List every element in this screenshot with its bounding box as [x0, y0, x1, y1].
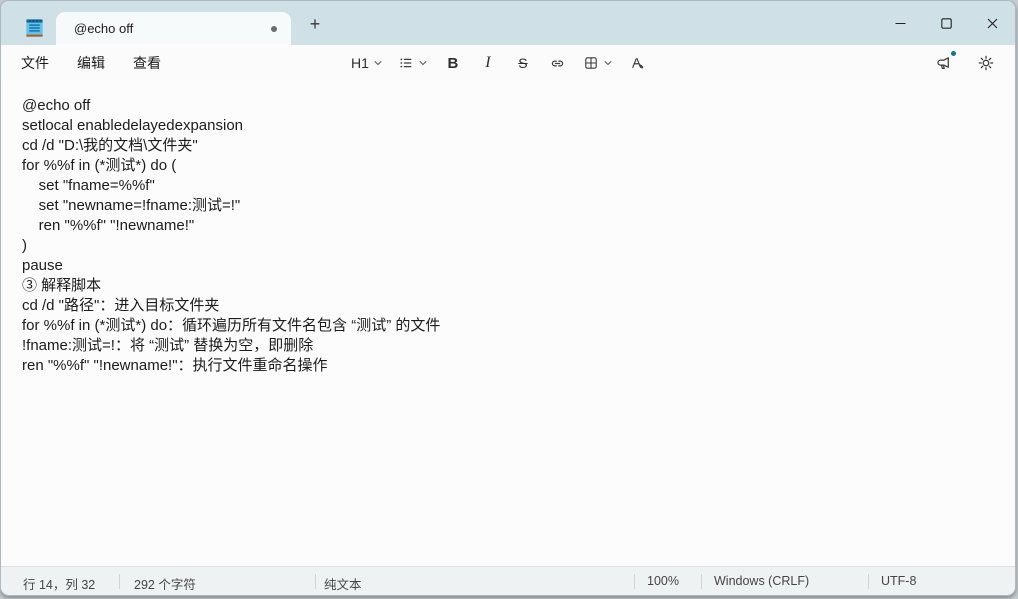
status-divider	[315, 574, 316, 589]
editor-line: for %%f in (*测试*) do：循环遍历所有文件名包含 “测试” 的文…	[22, 317, 441, 334]
command-bar: 文件 编辑 查看 H1 B I S	[1, 45, 1015, 81]
new-tab-button[interactable]: +	[298, 9, 332, 39]
minimize-icon	[895, 18, 906, 29]
editor-line: cd /d "路径"：进入目标文件夹	[22, 297, 220, 314]
close-button[interactable]	[969, 1, 1015, 45]
list-button[interactable]	[394, 49, 432, 77]
close-icon	[987, 18, 998, 29]
editor-line: pause	[22, 257, 63, 274]
chevron-down-icon	[603, 58, 613, 68]
menu-edit[interactable]: 编辑	[67, 48, 115, 78]
encoding[interactable]: UTF-8	[881, 574, 916, 588]
tab-title: @echo off	[74, 21, 134, 36]
strikethrough-label: S	[518, 55, 528, 71]
window-controls	[877, 1, 1015, 45]
editor-line: set "fname=%%f"	[22, 177, 155, 194]
unsaved-dot-icon	[271, 25, 277, 32]
settings-button[interactable]	[971, 48, 1001, 78]
chevron-down-icon	[373, 58, 383, 68]
editor-line: for %%f in (*测试*) do (	[22, 157, 177, 174]
doc-format: 纯文本	[324, 578, 362, 592]
editor-line: ren "%%f" "!newname!"	[22, 217, 195, 234]
status-divider	[634, 574, 635, 589]
editor-line: @echo off	[22, 97, 91, 114]
table-button[interactable]	[579, 49, 617, 77]
plus-icon: +	[309, 13, 321, 34]
notepad-app-icon	[23, 16, 46, 40]
tab-echo-off[interactable]: @echo off	[56, 12, 291, 45]
format-toolbar: H1 B I S	[347, 45, 652, 81]
editor-line: )	[22, 237, 27, 254]
toolbar-right	[929, 45, 1001, 81]
editor-line: set "newname=!fname:测试=!"	[22, 197, 241, 214]
editor-line: setlocal enabledelayedexpansion	[22, 117, 244, 134]
bold-label: B	[447, 54, 459, 72]
heading-button[interactable]: H1	[347, 49, 387, 77]
menu-view[interactable]: 查看	[123, 48, 171, 78]
strikethrough-button[interactable]: S	[509, 49, 537, 77]
maximize-icon	[940, 17, 952, 29]
announcement-button[interactable]	[929, 48, 959, 78]
menu-file[interactable]: 文件	[11, 48, 59, 78]
char-count: 292 个字符	[134, 578, 196, 592]
cursor-position: 行 14，列 32	[23, 578, 96, 592]
minimize-button[interactable]	[877, 1, 923, 45]
link-icon	[549, 55, 566, 72]
editor-line: !fname:测试=!：将 “测试” 替换为空，即删除	[22, 337, 314, 354]
heading-label: H1	[351, 55, 369, 71]
link-button[interactable]	[544, 49, 572, 77]
editor-line: ren "%%f" "!newname!"：执行文件重命名操作	[22, 357, 328, 374]
megaphone-icon	[935, 54, 954, 73]
clear-formatting-icon	[629, 55, 646, 72]
italic-button[interactable]: I	[474, 49, 502, 77]
gear-icon	[977, 54, 995, 72]
status-divider	[701, 574, 702, 589]
status-divider	[119, 574, 120, 589]
bold-button[interactable]: B	[439, 49, 467, 77]
editor-line: cd /d "D:\我的文档\文件夹"	[22, 137, 198, 154]
menu-bar: 文件 编辑 查看	[1, 48, 171, 78]
status-divider	[868, 574, 869, 589]
zoom-level[interactable]: 100%	[647, 574, 679, 588]
chevron-down-icon	[418, 58, 428, 68]
status-bar: 行 14，列 32 292 个字符 纯文本 100% Windows (CRLF…	[1, 566, 1015, 595]
notepad-window: @echo off + 文件 编辑 查看 H1 B I S @echo off …	[0, 0, 1016, 596]
notification-dot-icon	[951, 51, 956, 56]
text-editor[interactable]: @echo off setlocal enabledelayedexpansio…	[1, 81, 1015, 566]
line-ending[interactable]: Windows (CRLF)	[714, 574, 809, 588]
maximize-button[interactable]	[923, 1, 969, 45]
clear-formatting-button[interactable]	[624, 49, 652, 77]
bulleted-list-icon	[398, 55, 414, 71]
editor-line: ③ 解释脚本	[22, 277, 102, 294]
table-icon	[583, 55, 599, 71]
italic-label: I	[485, 54, 491, 71]
title-bar: @echo off +	[1, 1, 1015, 45]
